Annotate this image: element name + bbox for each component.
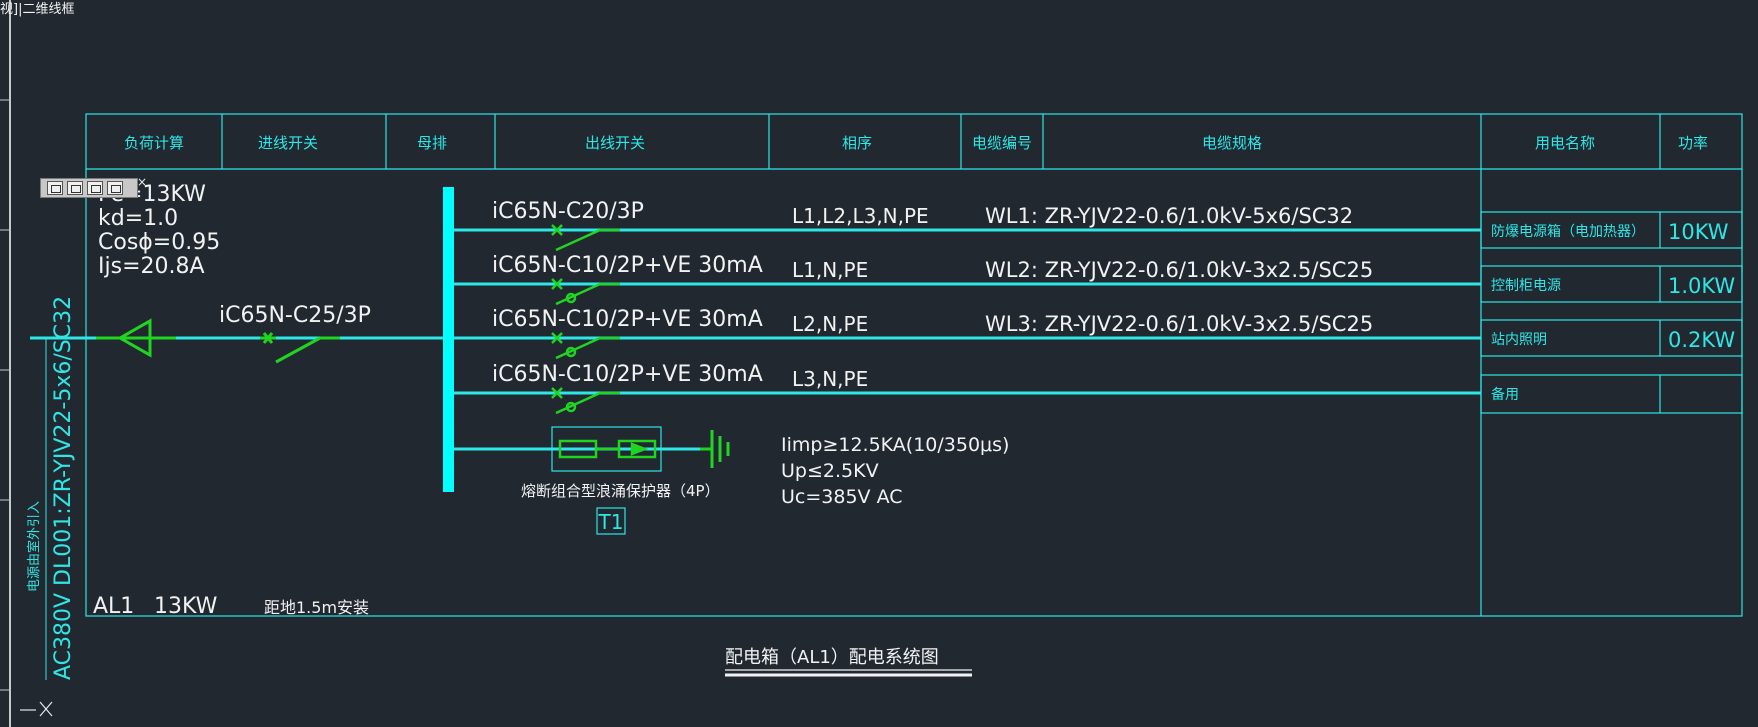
spd-up: Up≤2.5KV bbox=[781, 460, 879, 482]
phase-label: L2,N,PE bbox=[792, 312, 868, 336]
header-busbar: 母排 bbox=[417, 134, 447, 152]
floating-toolbar[interactable]: × bbox=[40, 175, 147, 198]
ground-icon bbox=[700, 430, 730, 468]
load-cos: Cosϕ=0.95 bbox=[98, 230, 220, 255]
breaker-label: iC65N-C20/3P bbox=[492, 199, 644, 224]
load-name: 控制柜电源 bbox=[1491, 278, 1561, 294]
footer-box-name: AL1 bbox=[93, 594, 134, 619]
incoming-cable-label: AC380V DL001:ZR-YJV22-5x6/SC32 bbox=[51, 296, 76, 680]
spd-label: 熔断组合型浪涌保护器（4P） bbox=[521, 482, 720, 500]
load-power: 1.0KW bbox=[1668, 274, 1735, 298]
header-cable-no: 电缆编号 bbox=[972, 134, 1032, 152]
circuit-4: iC65N-C10/2P+VE 30mA L3,N,PE 备用 bbox=[454, 362, 1519, 415]
incoming-breaker-label: iC65N-C25/3P bbox=[219, 303, 371, 328]
print-icon[interactable] bbox=[87, 181, 103, 195]
cable-spec: WL2: ZR-YJV22-0.6/1.0kV-3x2.5/SC25 bbox=[985, 258, 1373, 282]
header-power: 功率 bbox=[1678, 134, 1708, 152]
save-icon[interactable] bbox=[107, 181, 123, 195]
cable-spec: WL3: ZR-YJV22-0.6/1.0kV-3x2.5/SC25 bbox=[985, 312, 1373, 336]
header-cable-spec: 电缆规格 bbox=[1202, 134, 1262, 152]
cable-spec: WL1: ZR-YJV22-0.6/1.0kV-5x6/SC32 bbox=[985, 204, 1353, 228]
breaker-label: iC65N-C10/2P+VE 30mA bbox=[492, 307, 763, 332]
load-ijs: Ijs=20.8A bbox=[98, 254, 205, 279]
single-line-diagram: 视]|二维线框 负荷计算 进线开关 母排 出线开关 相序 电缆编号 电缆规格 用… bbox=[0, 0, 1743, 727]
breaker-label: iC65N-C10/2P+VE 30mA bbox=[492, 253, 763, 278]
footer-mount-height: 距地1.5m安装 bbox=[264, 598, 369, 617]
footer-box-power: 13KW bbox=[154, 594, 218, 619]
header-dividers bbox=[221, 114, 1661, 616]
load-name: 站内照明 bbox=[1491, 332, 1547, 348]
header-load-calc: 负荷计算 bbox=[124, 134, 184, 152]
close-icon[interactable]: × bbox=[137, 175, 147, 189]
ucs-icon bbox=[20, 701, 53, 717]
spd-imp: Iimp≥12.5KA(10/350μs) bbox=[781, 434, 1009, 456]
spd-uc: Uc=385V AC bbox=[781, 486, 903, 508]
incoming-source-note: 电源由室外引入 bbox=[26, 501, 42, 592]
viewport-label[interactable]: 视]|二维线框 bbox=[0, 2, 74, 17]
viewport-icon[interactable] bbox=[47, 181, 63, 195]
phase-label: L1,N,PE bbox=[792, 258, 868, 282]
phase-label: L3,N,PE bbox=[792, 367, 868, 391]
maximize-icon[interactable] bbox=[67, 181, 83, 195]
circuit-1: iC65N-C20/3P L1,L2,L3,N,PE WL1: ZR-YJV22-0… bbox=[454, 199, 1729, 252]
circuit-2: iC65N-C10/2P+VE 30mA L1,N,PE WL2: ZR-YJV22… bbox=[454, 253, 1735, 306]
spd-tag: T1 bbox=[598, 510, 624, 534]
header-phase: 相序 bbox=[842, 134, 872, 152]
drawing-title: 配电箱（AL1）配电系统图 bbox=[725, 647, 939, 668]
header-load-name: 用电名称 bbox=[1535, 134, 1595, 152]
phase-label: L1,L2,L3,N,PE bbox=[792, 204, 929, 228]
load-power: 0.2KW bbox=[1668, 328, 1735, 352]
busbar bbox=[443, 187, 454, 492]
load-power: 10KW bbox=[1668, 220, 1729, 244]
header-incoming-switch: 进线开关 bbox=[258, 134, 318, 152]
load-kd: kd=1.0 bbox=[98, 206, 178, 231]
circuit-group: iC65N-C20/3P L1,L2,L3,N,PE WL1: ZR-YJV22-0… bbox=[454, 199, 1735, 415]
load-name: 备用 bbox=[1491, 386, 1519, 403]
frame bbox=[85, 113, 1743, 617]
breaker-label: iC65N-C10/2P+VE 30mA bbox=[492, 362, 763, 387]
circuit-3: iC65N-C10/2P+VE 30mA L2,N,PE WL3: ZR-YJV22… bbox=[454, 307, 1735, 360]
header-outgoing-switch: 出线开关 bbox=[585, 134, 645, 152]
load-name: 防爆电源箱（电加热器） bbox=[1491, 224, 1645, 240]
